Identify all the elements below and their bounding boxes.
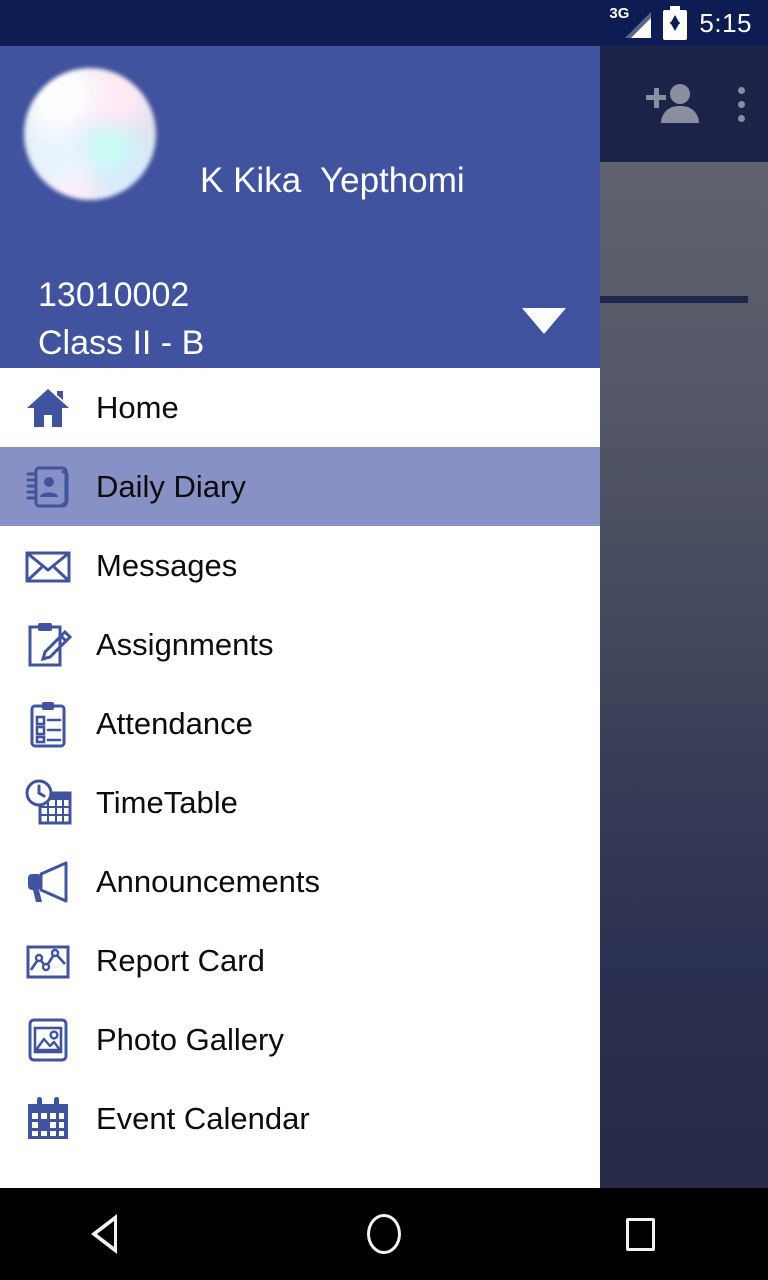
drawer-item-label: Assignments (96, 627, 274, 662)
clipboard-check-icon (24, 700, 72, 748)
clipboard-pencil-icon (24, 621, 72, 669)
back-triangle-icon (91, 1214, 141, 1254)
drawer-item-label: Attendance (96, 706, 253, 741)
navigation-drawer: K Kika Yepthomi 13010002 Class II - B Ho… (0, 46, 600, 1188)
drawer-item-label: Photo Gallery (96, 1022, 284, 1057)
drawer-item-label: Home (96, 390, 179, 425)
recents-square-icon (625, 1217, 655, 1251)
android-navigation-bar (0, 1188, 768, 1280)
overflow-menu-icon[interactable] (728, 78, 754, 130)
megaphone-icon (24, 858, 72, 906)
photo-image-icon (24, 1016, 72, 1064)
drawer-item-label: Messages (96, 548, 238, 583)
envelope-icon (24, 542, 72, 590)
drawer-profile-header[interactable]: K Kika Yepthomi 13010002 Class II - B (0, 46, 600, 368)
add-person-icon[interactable] (646, 78, 699, 130)
overflow-dot (737, 114, 745, 122)
drawer-item-label: TimeTable (96, 785, 238, 820)
battery-bolt-bottom (670, 22, 681, 31)
chart-card-icon (24, 937, 72, 985)
add-person-plus-vertical (653, 87, 659, 108)
signal-triangle-icon: 3G (609, 5, 652, 40)
nav-recents-button[interactable] (512, 1188, 768, 1280)
status-bar-clock: 5:15 (699, 8, 752, 38)
avatar[interactable] (24, 68, 156, 200)
drawer-item-assignments[interactable]: Assignments (0, 605, 600, 684)
nav-back-button[interactable] (0, 1188, 256, 1280)
drawer-item-event-calendar[interactable]: Event Calendar (0, 1079, 600, 1158)
diary-book-icon (24, 463, 72, 511)
calendar-icon (24, 1095, 72, 1143)
clock-calendar-icon (24, 779, 72, 827)
home-circle-icon (367, 1214, 401, 1254)
drawer-item-daily-diary[interactable]: Daily Diary (0, 447, 600, 526)
drawer-menu: Home Daily Diary Messages Assignments Attend… (0, 368, 600, 1158)
home-icon (24, 384, 72, 432)
add-person-head (670, 84, 690, 104)
drawer-item-announcements[interactable]: Announcements (0, 842, 600, 921)
overflow-dot (737, 100, 745, 108)
drawer-item-label: Event Calendar (96, 1101, 310, 1136)
drawer-item-messages[interactable]: Messages (0, 526, 600, 605)
drawer-item-label: Daily Diary (96, 469, 246, 504)
profile-name: K Kika Yepthomi (200, 161, 465, 200)
drawer-item-timetable[interactable]: TimeTable (0, 763, 600, 842)
network-type-label: 3G (609, 5, 630, 22)
nav-home-button[interactable] (256, 1188, 512, 1280)
drawer-item-label: Report Card (96, 943, 265, 978)
drawer-item-photo-gallery[interactable]: Photo Gallery (0, 1000, 600, 1079)
drawer-item-attendance[interactable]: Attendance (0, 684, 600, 763)
drawer-item-report-card[interactable]: Report Card (0, 921, 600, 1000)
battery-charging-icon (663, 6, 688, 40)
profile-id: 13010002 (38, 276, 190, 314)
profile-class: Class II - B (38, 324, 205, 362)
drawer-item-home[interactable]: Home (0, 368, 600, 447)
add-person-body (661, 106, 699, 123)
chevron-down-icon[interactable] (522, 308, 566, 334)
drawer-item-label: Announcements (96, 864, 321, 899)
overflow-dot (737, 86, 745, 94)
background-tab-indicator (600, 296, 748, 303)
signal-bars (631, 18, 652, 38)
status-bar: 3G 5:15 (0, 0, 768, 46)
background-toolbar-actions (646, 46, 754, 162)
